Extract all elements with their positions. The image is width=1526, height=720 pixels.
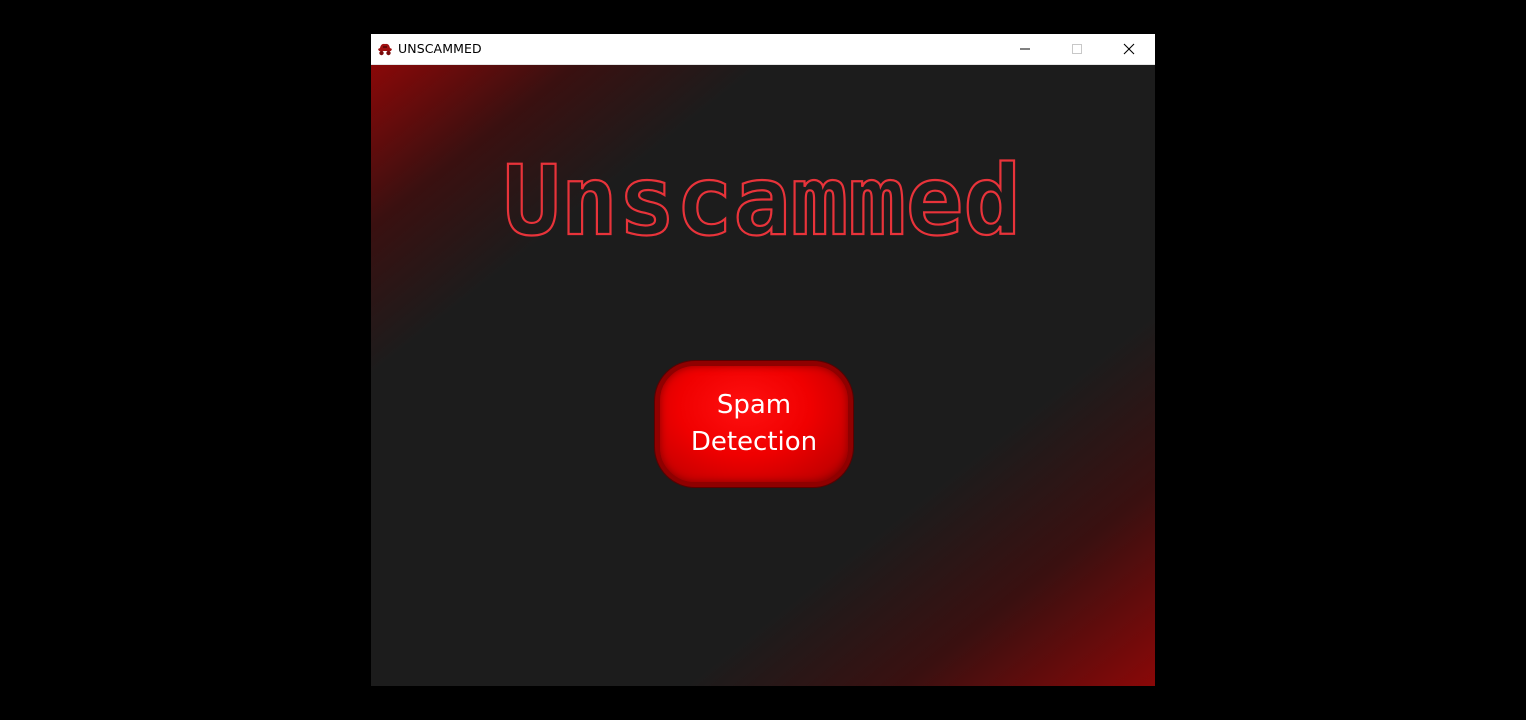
close-icon [1123,40,1135,59]
window-title: UNSCAMMED [398,41,482,56]
spam-detection-label-line2: Detection [690,427,818,457]
app-window: UNSCAMMED Unscammed Spam Detection [371,34,1155,686]
maximize-icon [1071,40,1083,59]
spam-detection-button[interactable]: Spam Detection [655,361,853,487]
app-heading: Unscammed [502,151,1022,258]
app-heading-text: Unscammed [503,151,1021,257]
title-bar[interactable]: UNSCAMMED [371,34,1155,65]
spam-detection-label-line1: Spam [716,390,792,420]
minimize-icon [1019,40,1031,59]
maximize-button[interactable] [1051,34,1103,64]
main-content: Unscammed Spam Detection [371,65,1155,686]
minimize-button[interactable] [999,34,1051,64]
app-logo-icon [377,41,393,56]
close-button[interactable] [1103,34,1155,64]
